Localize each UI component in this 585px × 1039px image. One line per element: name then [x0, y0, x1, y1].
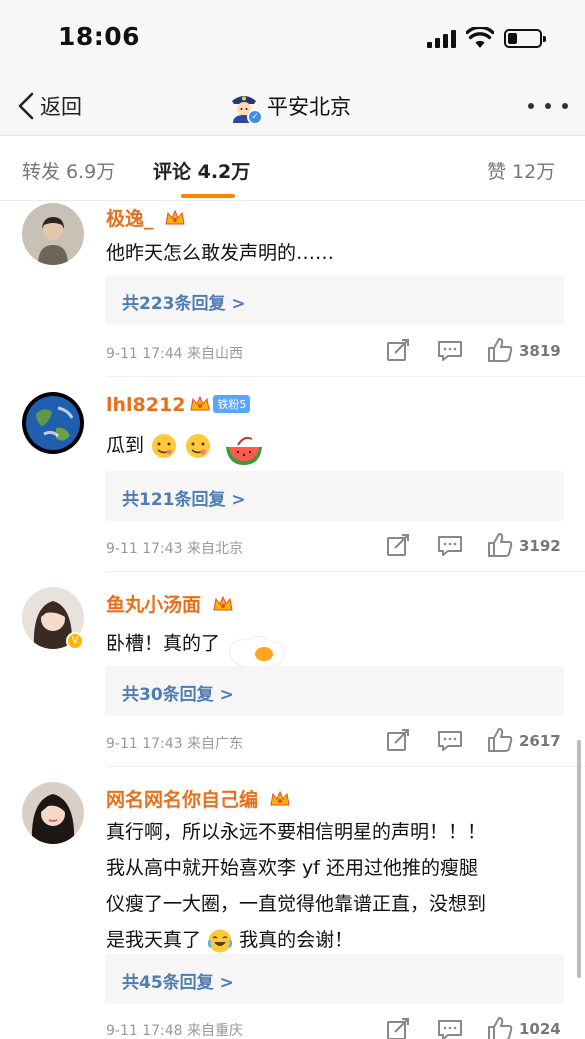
scrollbar[interactable] [577, 740, 581, 978]
comment-icon[interactable] [436, 533, 464, 559]
comment-meta: 9-11 17:44 来自山西 [106, 346, 244, 362]
like-icon[interactable] [486, 532, 514, 558]
reply-count-label: 共223条回复 > [122, 294, 246, 314]
dot-icon [562, 103, 568, 109]
profile-title[interactable]: ✓ 平安北京 [227, 86, 351, 126]
reply-count-label: 共30条回复 > [122, 685, 234, 705]
comment-item: 网名网名你自己编 真行啊，所以永远不要相信明星的声明！！！ 我从高中就开始喜欢李… [0, 767, 585, 1039]
username[interactable]: lhl8212 铁粉5 [106, 394, 251, 416]
police-avatar-icon: ✓ [227, 89, 263, 125]
comment-icon[interactable] [436, 1017, 464, 1039]
yummy-face-emoji-icon [186, 434, 211, 458]
comment-icon[interactable] [436, 338, 464, 364]
reply-count-label: 共45条回复 > [122, 973, 234, 993]
repost-icon[interactable] [384, 728, 412, 754]
comment-item: 极逸_ 他昨天怎么敢发声明的…… 共223条回复 > 9-11 17:44 来自… [0, 201, 585, 377]
comment-text-fragment: 是我天真了 [106, 929, 202, 951]
view-replies-button[interactable]: 共223条回复 > [105, 275, 564, 325]
yummy-face-emoji-icon [152, 434, 177, 458]
reply-count-label: 共121条回复 > [122, 490, 246, 510]
wifi-icon [466, 27, 494, 48]
comment-text-line: 是我天真了 我真的会谢！ [106, 922, 486, 958]
watermelon-sticker-icon [226, 436, 263, 465]
more-options-button[interactable] [528, 96, 568, 116]
comment-icon[interactable] [436, 728, 464, 754]
comment-text-line: 仪瘦了一大圈，一直觉得他靠谱正直，没想到 [106, 893, 487, 915]
like-icon[interactable] [486, 727, 514, 753]
comment-text-line: 真行啊，所以永远不要相信明星的声明！！！ [106, 821, 487, 843]
page-title: 平安北京 [267, 95, 351, 119]
like-count: 3192 [519, 537, 561, 555]
chevron-left-icon [18, 92, 34, 120]
comment-item: V 鱼丸小汤面 卧槽！真的了 共30条回复 > 9-11 17:43 来自广东 … [0, 572, 585, 767]
cellular-signal-icon [427, 30, 457, 48]
like-count: 2617 [519, 732, 561, 750]
battery-level [508, 33, 517, 44]
comment-text-fragment: 我真的会谢！ [239, 929, 354, 951]
dot-icon [528, 103, 534, 109]
comment-text: 他昨天怎么敢发声明的…… [106, 242, 335, 264]
username[interactable]: 极逸_ [106, 204, 186, 231]
repost-icon[interactable] [384, 338, 412, 364]
tab-likes[interactable]: 赞 12万 [487, 157, 555, 184]
status-time: 18:06 [58, 22, 141, 51]
comment-text: 瓜到 [106, 423, 264, 469]
comment-item: lhl8212 铁粉5 瓜到 共121条回复 > 9-11 17:43 来自北京 … [0, 377, 585, 572]
crown-badge-icon [190, 395, 211, 411]
username-text: lhl8212 [106, 394, 186, 416]
crown-badge-icon [165, 209, 185, 225]
avatar[interactable] [22, 203, 84, 265]
avatar[interactable] [22, 782, 84, 844]
tab-comments[interactable]: 评论 4.2万 [153, 157, 250, 184]
view-replies-button[interactable]: 共45条回复 > [105, 954, 564, 1004]
avatar[interactable] [22, 392, 84, 454]
comment-text-content: 卧槽！真的了 [106, 632, 221, 655]
comment-meta: 9-11 17:43 来自广东 [106, 736, 244, 752]
verified-badge-icon: V [66, 632, 84, 650]
like-count: 3819 [519, 342, 561, 360]
comment-meta: 9-11 17:43 来自北京 [106, 541, 244, 557]
comment-text-content: 瓜到 [106, 434, 145, 457]
fried-egg-sticker-icon [229, 636, 285, 668]
username-text: 网名网名你自己编 [106, 789, 259, 811]
tab-bar: 转发 6.9万 评论 4.2万 赞 12万 [0, 137, 585, 201]
repost-icon[interactable] [384, 533, 412, 559]
dot-icon [545, 103, 551, 109]
like-count: 1024 [519, 1020, 561, 1038]
username-text: 极逸_ [106, 208, 154, 230]
username[interactable]: 网名网名你自己编 [106, 785, 291, 812]
username[interactable]: 鱼丸小汤面 [106, 590, 234, 617]
battery-icon [504, 29, 546, 48]
back-label: 返回 [40, 95, 82, 119]
view-replies-button[interactable]: 共121条回复 > [105, 471, 564, 521]
username-text: 鱼丸小汤面 [106, 594, 202, 616]
like-icon[interactable] [486, 337, 514, 363]
comment-text-line: 我从高中就开始喜欢李 yf 还用过他推的瘦腿 [106, 857, 479, 879]
like-icon[interactable] [486, 1016, 514, 1039]
crown-badge-icon [213, 595, 233, 611]
active-tab-indicator [181, 194, 235, 198]
repost-icon[interactable] [384, 1017, 412, 1039]
comment-text: 真行啊，所以永远不要相信明星的声明！！！ 我从高中就开始喜欢李 yf 还用过他推… [106, 814, 486, 958]
verified-badge-icon: ✓ [247, 109, 263, 125]
tab-reposts[interactable]: 转发 6.9万 [22, 157, 115, 184]
crying-laughing-emoji-icon [208, 929, 233, 952]
status-bar: 18:06 [0, 0, 585, 76]
view-replies-button[interactable]: 共30条回复 > [105, 666, 564, 716]
comment-text: 卧槽！真的了 [106, 618, 288, 670]
fan-level-badge: 铁粉5 [213, 395, 251, 413]
comment-meta: 9-11 17:48 来自重庆 [106, 1023, 244, 1039]
crown-badge-icon [270, 790, 290, 806]
back-button[interactable]: 返回 [16, 88, 82, 124]
nav-bar: 返回 ✓ 平安北京 [0, 76, 585, 136]
